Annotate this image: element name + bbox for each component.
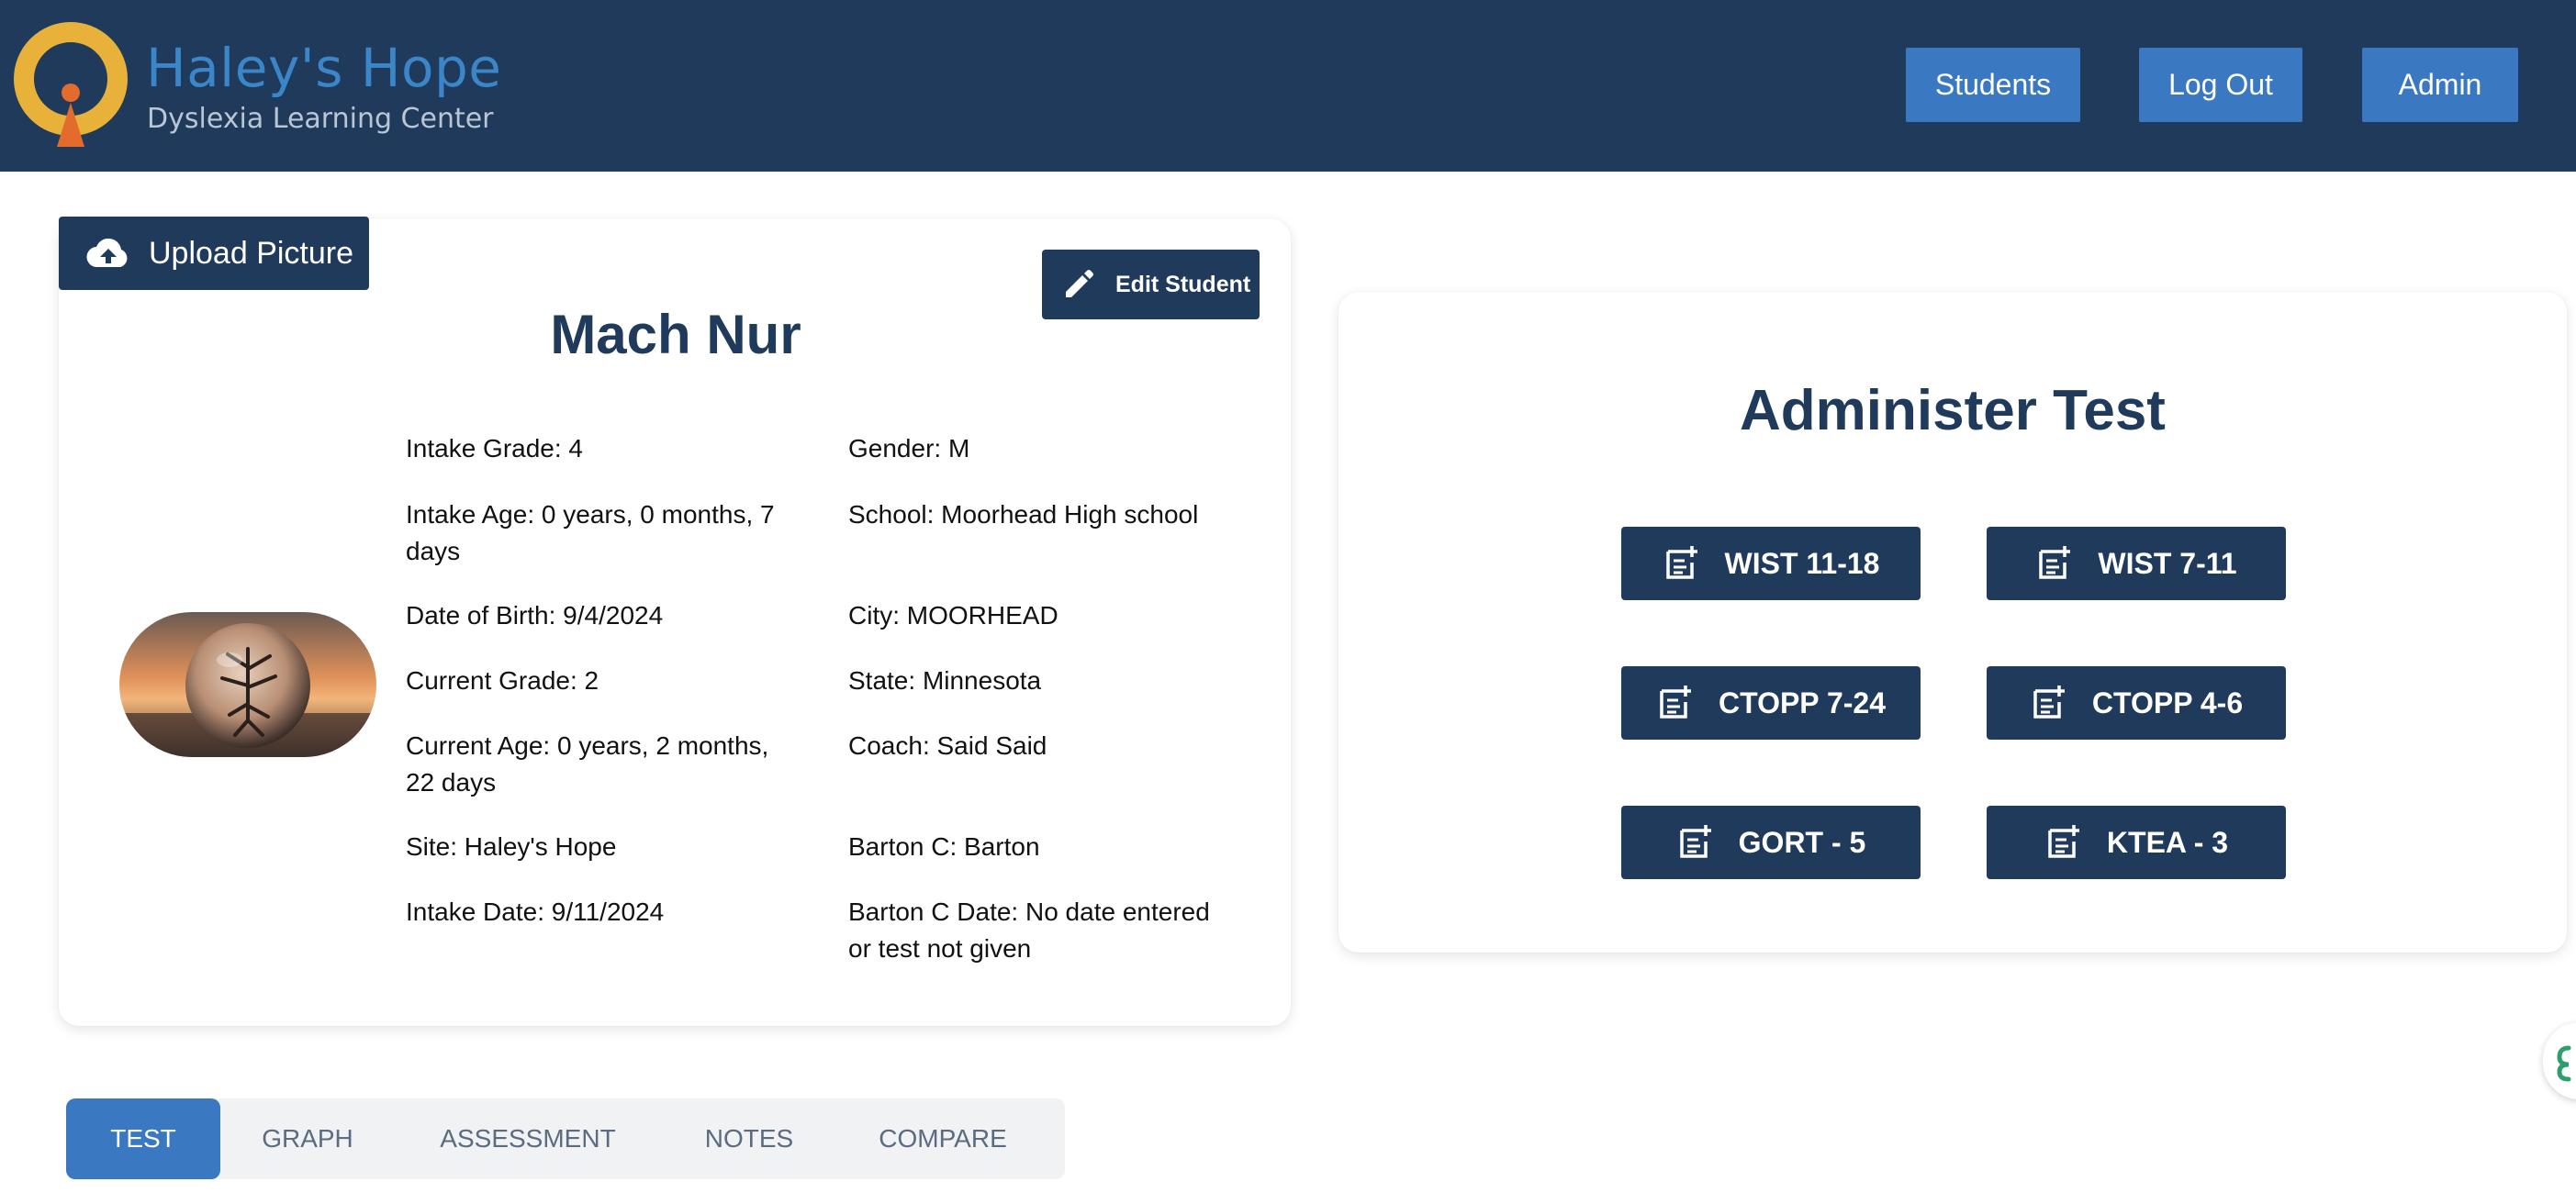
test-button-ctopp-7-24[interactable]: CTOPP 7-24 — [1621, 666, 1921, 740]
test-label: KTEA - 3 — [2106, 825, 2229, 859]
edit-student-label: Edit Student — [1115, 271, 1251, 297]
help-widget-icon — [2557, 1045, 2571, 1082]
barton-c: Barton C: Barton — [848, 832, 1040, 861]
logout-button[interactable]: Log Out — [2139, 48, 2302, 122]
haleys-hope-logo-icon[interactable] — [13, 22, 129, 147]
test-label: GORT - 5 — [1738, 825, 1866, 859]
intake-date: Intake Date: 9/11/2024 — [406, 897, 665, 926]
coach: Coach: Said Said — [848, 731, 1047, 760]
site: Site: Haley's Hope — [406, 832, 617, 861]
upload-picture-button[interactable]: Upload Picture — [59, 217, 369, 290]
administer-test-title: Administer Test — [1740, 379, 2166, 442]
note-add-icon — [1660, 686, 1691, 719]
test-label: CTOPP 4-6 — [2091, 686, 2244, 719]
tab-test[interactable]: TEST — [66, 1098, 220, 1179]
note-add-icon — [2039, 546, 2071, 579]
test-label: CTOPP 7-24 — [1718, 686, 1886, 719]
current-grade: Current Grade: 2 — [406, 666, 599, 695]
city: City: MOORHEAD — [848, 601, 1058, 630]
cloud-upload-icon — [86, 238, 128, 268]
floating-help-widget[interactable] — [2543, 1022, 2576, 1099]
students-button[interactable]: Students — [1906, 48, 2080, 122]
student-photo — [119, 612, 376, 757]
school: School: Moorhead High school — [848, 500, 1199, 529]
test-label: WIST 11-18 — [1724, 546, 1880, 580]
tab-compare[interactable]: COMPARE — [837, 1098, 1048, 1179]
current-age: Current Age: 0 years, 2 months, 22 days — [406, 731, 769, 797]
admin-button[interactable]: Admin — [2362, 48, 2518, 122]
test-button-ktea-3[interactable]: KTEA - 3 — [1987, 806, 2286, 879]
note-add-icon — [2033, 686, 2065, 719]
tab-assessment[interactable]: ASSESSMENT — [395, 1098, 661, 1179]
state: State: Minnesota — [848, 666, 1042, 695]
barton-c-date: Barton C Date: No date entered or test n… — [848, 897, 1210, 963]
test-button-wist-7-11[interactable]: WIST 7-11 — [1987, 527, 2286, 600]
test-button-wist-11-18[interactable]: WIST 11-18 — [1621, 527, 1921, 600]
note-add-icon — [1679, 825, 1711, 858]
date-of-birth: Date of Birth: 9/4/2024 — [406, 601, 664, 630]
test-label: WIST 7-11 — [2098, 546, 2237, 580]
test-button-gort-5[interactable]: GORT - 5 — [1621, 806, 1921, 879]
note-add-icon — [2048, 825, 2079, 858]
note-add-icon — [1665, 546, 1697, 579]
brand-name: Haley's Hope — [146, 37, 502, 99]
brand-subtitle: Dyslexia Learning Center — [147, 103, 494, 135]
top-nav-bar: Haley's Hope Dyslexia Learning Center St… — [0, 0, 2576, 172]
intake-age: Intake Age: 0 years, 0 months, 7 days — [406, 500, 775, 565]
pencil-icon — [1066, 270, 1093, 297]
tab-notes[interactable]: NOTES — [661, 1098, 837, 1179]
student-tabs: TEST GRAPH ASSESSMENT NOTES COMPARE — [66, 1098, 1065, 1179]
crystal-ball-tree-image — [119, 612, 376, 757]
tab-graph[interactable]: GRAPH — [220, 1098, 395, 1179]
edit-student-button[interactable]: Edit Student — [1042, 250, 1260, 319]
test-button-ctopp-4-6[interactable]: CTOPP 4-6 — [1987, 666, 2286, 740]
intake-grade: Intake Grade: 4 — [406, 434, 584, 463]
upload-picture-label: Upload Picture — [149, 235, 354, 271]
gender: Gender: M — [848, 434, 970, 463]
student-name: Mach Nur — [550, 304, 801, 365]
